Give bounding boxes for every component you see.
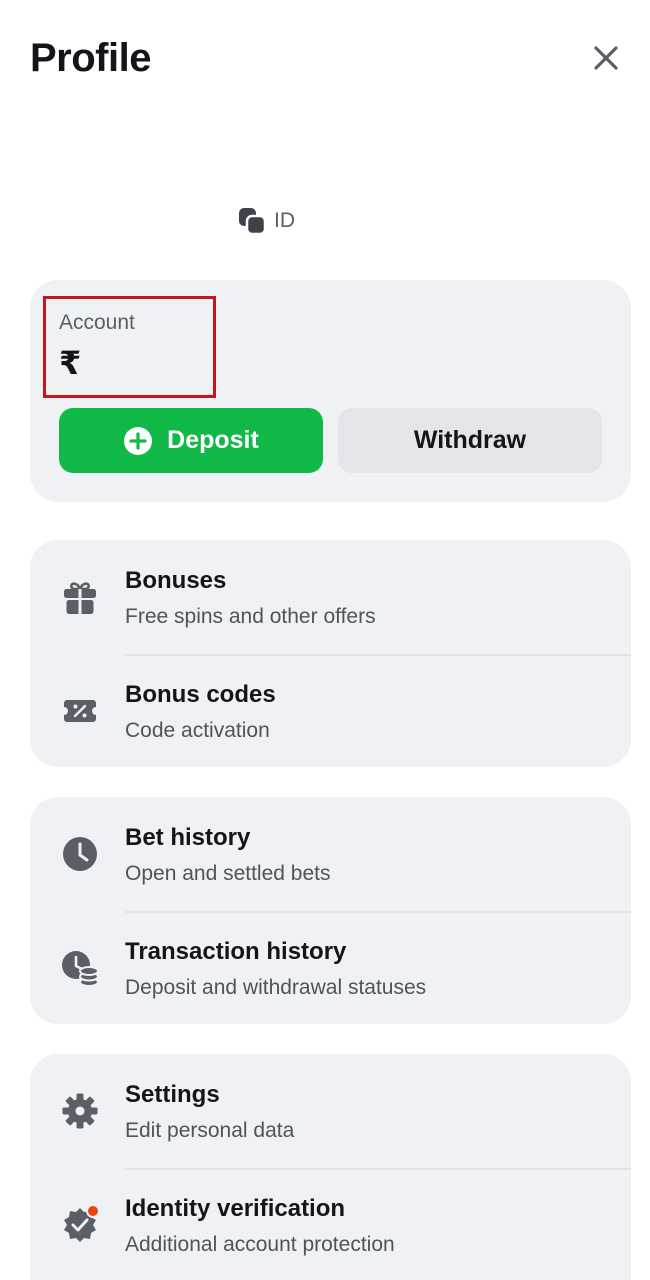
menu-title: Bonuses <box>125 567 227 594</box>
menu-title: Bet history <box>125 824 251 851</box>
user-id-row[interactable]: ID <box>238 206 295 236</box>
menu-item-transaction-history[interactable]: Transaction history Deposit and withdraw… <box>30 911 631 1024</box>
menu-subtitle: Deposit and withdrawal statuses <box>125 976 427 999</box>
menu-title: Bonus codes <box>125 681 276 708</box>
menu-subtitle: Code activation <box>125 719 270 742</box>
menu-item-identity-verification[interactable]: Identity verification Additional account… <box>30 1168 631 1280</box>
account-card: Account ₹ Deposit Withdraw <box>30 280 631 502</box>
clock-coins-icon <box>62 951 99 987</box>
withdraw-label: Withdraw <box>413 426 527 454</box>
copy-icon[interactable] <box>238 206 268 236</box>
menu-subtitle: Free spins and other offers <box>125 605 376 628</box>
menu-subtitle: Edit personal data <box>125 1119 295 1142</box>
close-button[interactable] <box>584 36 628 80</box>
menu-title: Transaction history <box>125 938 347 965</box>
deposit-label: Deposit <box>167 426 259 454</box>
deposit-button[interactable]: Deposit <box>59 408 323 473</box>
profile-page: Profile ID Account ₹ Deposit Withdraw Bo… <box>0 0 650 1280</box>
notification-dot <box>86 1205 100 1218</box>
bonus-card: Bonuses Free spins and other offers Bonu… <box>30 540 631 767</box>
clock-icon <box>63 837 97 871</box>
history-card: Bet history Open and settled bets Transa… <box>30 797 631 1024</box>
verified-badge-icon <box>64 1205 100 1242</box>
gear-icon <box>62 1093 98 1129</box>
header: Profile <box>30 34 628 82</box>
menu-subtitle: Additional account protection <box>125 1233 395 1256</box>
page-title: Profile <box>30 36 151 80</box>
close-icon <box>594 46 618 70</box>
plus-circle-icon <box>124 426 153 455</box>
coupon-icon <box>64 700 96 722</box>
menu-item-settings[interactable]: Settings Edit personal data <box>30 1054 631 1168</box>
menu-item-bonuses[interactable]: Bonuses Free spins and other offers <box>30 540 631 654</box>
gift-icon <box>64 582 96 614</box>
menu-title: Identity verification <box>125 1195 346 1222</box>
menu-subtitle: Open and settled bets <box>125 862 331 885</box>
menu-title: Settings <box>125 1081 220 1108</box>
menu-item-bet-history[interactable]: Bet history Open and settled bets <box>30 797 631 911</box>
menu-item-bonus-codes[interactable]: Bonus codes Code activation <box>30 654 631 767</box>
user-id-label: ID <box>274 209 295 232</box>
settings-card: Settings Edit personal data Identity ver… <box>30 1054 631 1280</box>
highlight-box <box>43 296 216 398</box>
withdraw-button[interactable]: Withdraw <box>338 408 602 473</box>
